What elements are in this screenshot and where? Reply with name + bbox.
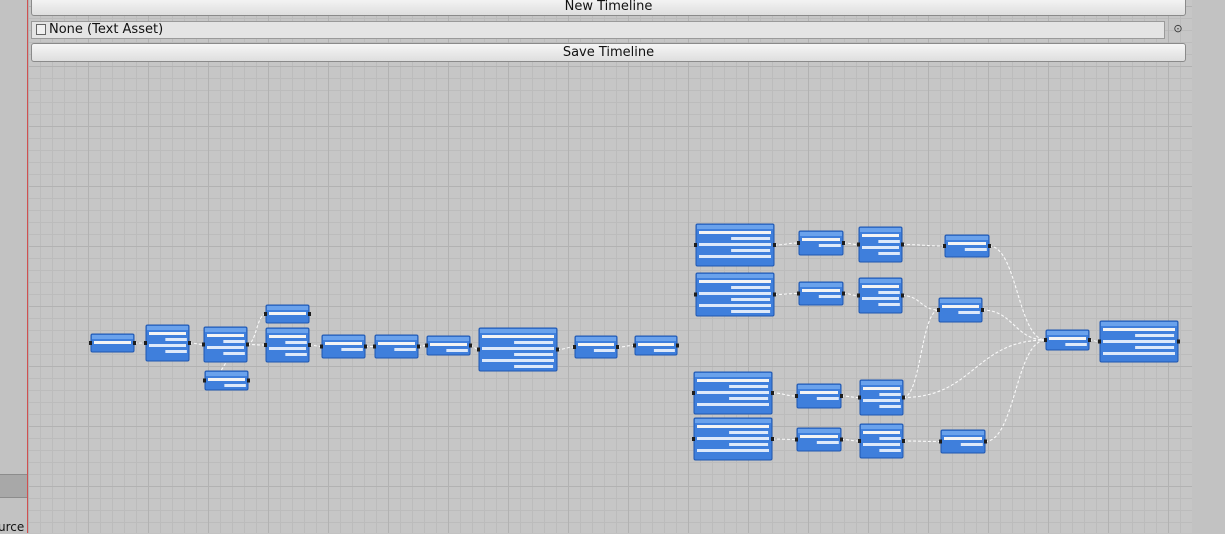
timeline-node[interactable]: [797, 281, 845, 306]
node-connection: [840, 395, 861, 399]
timeline-node[interactable]: [320, 334, 367, 359]
node-graph: [89, 223, 1180, 461]
node-connection: [840, 438, 861, 442]
timeline-node[interactable]: [573, 335, 619, 359]
node-connection: [771, 438, 798, 441]
node-connection: [246, 313, 267, 346]
timeline-node[interactable]: [795, 427, 843, 452]
node-connection: [902, 339, 1047, 399]
node-connection: [771, 392, 798, 397]
timeline-node[interactable]: [795, 383, 843, 409]
node-connection: [188, 342, 205, 346]
timeline-node[interactable]: [692, 417, 774, 461]
node-connection: [984, 339, 1047, 443]
timeline-node[interactable]: [943, 234, 991, 258]
timeline-node[interactable]: [694, 272, 776, 317]
node-connection: [773, 292, 800, 296]
timeline-node[interactable]: [797, 230, 845, 256]
node-connection: [981, 309, 1047, 341]
node-connection: [246, 343, 267, 346]
node-connection: [556, 346, 576, 351]
timeline-node[interactable]: [202, 326, 249, 363]
timeline-node[interactable]: [264, 327, 311, 363]
node-connection: [773, 242, 800, 246]
timeline-node[interactable]: [1098, 320, 1180, 363]
timeline-node[interactable]: [477, 327, 559, 372]
node-connection: [902, 440, 942, 443]
node-connection: [988, 245, 1047, 341]
node-connection: [842, 292, 860, 297]
timeline-node[interactable]: [937, 297, 984, 323]
timeline-node[interactable]: [858, 423, 905, 459]
node-connection: [616, 344, 636, 348]
node-connection: [901, 294, 940, 311]
node-connection: [842, 242, 860, 246]
timeline-node[interactable]: [694, 223, 776, 267]
timeline-node[interactable]: [858, 379, 905, 416]
timeline-node[interactable]: [633, 335, 679, 356]
node-connection: [902, 309, 940, 399]
timeline-node[interactable]: [373, 334, 420, 359]
timeline-node[interactable]: [144, 324, 191, 362]
timeline-node[interactable]: [89, 333, 136, 353]
timeline-node[interactable]: [425, 335, 472, 356]
node-connection: [901, 243, 946, 247]
timeline-node[interactable]: [939, 429, 987, 454]
timeline-node[interactable]: [857, 226, 904, 263]
timeline-node[interactable]: [264, 304, 311, 324]
timeline-node[interactable]: [1044, 329, 1091, 351]
timeline-node[interactable]: [857, 277, 904, 314]
timeline-node[interactable]: [203, 370, 250, 391]
timeline-node[interactable]: [692, 371, 774, 415]
